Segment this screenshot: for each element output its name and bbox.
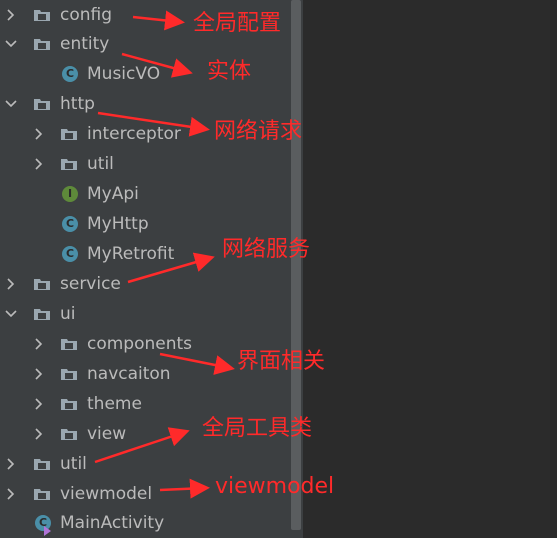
tree-item-label: viewmodel — [60, 484, 153, 504]
tree-item-label: entity — [60, 34, 110, 54]
chevron-right-icon[interactable] — [32, 127, 46, 141]
tree-item-mainactivity[interactable]: C MainActivity — [0, 508, 289, 538]
chevron-right-icon[interactable] — [32, 367, 46, 381]
tree-item-util[interactable]: util — [0, 449, 289, 479]
tree-item-label: interceptor — [87, 124, 181, 144]
folder-icon — [60, 125, 78, 143]
tree-item-label: config — [60, 5, 113, 25]
tree-item-myhttp[interactable]: C MyHttp — [0, 209, 289, 239]
tree-item-label: MusicVO — [87, 64, 161, 84]
tree-item-label: theme — [87, 394, 142, 414]
chevron-right-icon[interactable] — [4, 457, 18, 471]
tree-item-myretrofit[interactable]: C MyRetrofit — [0, 239, 289, 269]
tree-item-label: MainActivity — [60, 513, 165, 533]
folder-icon — [33, 6, 51, 24]
tree-item-ui[interactable]: ui — [0, 299, 289, 329]
tree-item-label: service — [60, 274, 121, 294]
folder-icon — [60, 425, 78, 443]
tree-item-musicvo[interactable]: C MusicVO — [0, 59, 289, 89]
tree-item-interceptor[interactable]: interceptor — [0, 119, 289, 149]
folder-icon — [33, 455, 51, 473]
tree-item-label: MyRetrofit — [87, 244, 175, 264]
editor-area — [303, 0, 557, 538]
folder-icon — [60, 335, 78, 353]
tree-item-myapi[interactable]: I MyApi — [0, 179, 289, 209]
tree-item-label: view — [87, 424, 127, 444]
tree-item-http[interactable]: http — [0, 89, 289, 119]
tree-item-entity[interactable]: entity — [0, 29, 289, 59]
tree-item-navcaiton[interactable]: navcaiton — [0, 359, 289, 389]
chevron-right-icon[interactable] — [32, 427, 46, 441]
tree-item-label: util — [87, 154, 114, 174]
interface-icon: I — [62, 186, 78, 202]
tree-item-label: components — [87, 334, 193, 354]
scrollbar-thumb[interactable] — [291, 0, 301, 530]
folder-icon — [60, 155, 78, 173]
tree-item-view[interactable]: view — [0, 419, 289, 449]
tree-item-config[interactable]: config — [0, 0, 289, 30]
tree-item-label: navcaiton — [87, 364, 171, 384]
folder-icon — [60, 365, 78, 383]
chevron-right-icon[interactable] — [4, 8, 18, 22]
activity-marker-icon — [44, 526, 51, 536]
tree-item-label: MyHttp — [87, 214, 149, 234]
class-icon: C — [62, 216, 78, 232]
folder-icon — [60, 395, 78, 413]
tree-item-viewmodel[interactable]: viewmodel — [0, 479, 289, 509]
chevron-down-icon[interactable] — [4, 37, 18, 51]
chevron-right-icon[interactable] — [32, 397, 46, 411]
folder-icon — [33, 95, 51, 113]
chevron-right-icon[interactable] — [32, 157, 46, 171]
project-tree-panel: config entity C MusicVO http interceptor… — [0, 0, 303, 538]
tree-item-label: util — [60, 454, 87, 474]
chevron-right-icon[interactable] — [4, 277, 18, 291]
tree-item-util[interactable]: util — [0, 149, 289, 179]
folder-icon — [33, 485, 51, 503]
chevron-right-icon[interactable] — [32, 337, 46, 351]
tree-item-label: ui — [60, 304, 76, 324]
tree-item-label: http — [60, 94, 95, 114]
tree-item-components[interactable]: components — [0, 329, 289, 359]
tree-item-service[interactable]: service — [0, 269, 289, 299]
tree-item-label: MyApi — [87, 184, 139, 204]
folder-icon — [33, 275, 51, 293]
tree-item-theme[interactable]: theme — [0, 389, 289, 419]
class-icon: C — [62, 246, 78, 262]
chevron-right-icon[interactable] — [4, 487, 18, 501]
folder-icon — [33, 305, 51, 323]
chevron-down-icon[interactable] — [4, 307, 18, 321]
chevron-down-icon[interactable] — [4, 97, 18, 111]
folder-icon — [33, 35, 51, 53]
class-icon: C — [62, 66, 78, 82]
